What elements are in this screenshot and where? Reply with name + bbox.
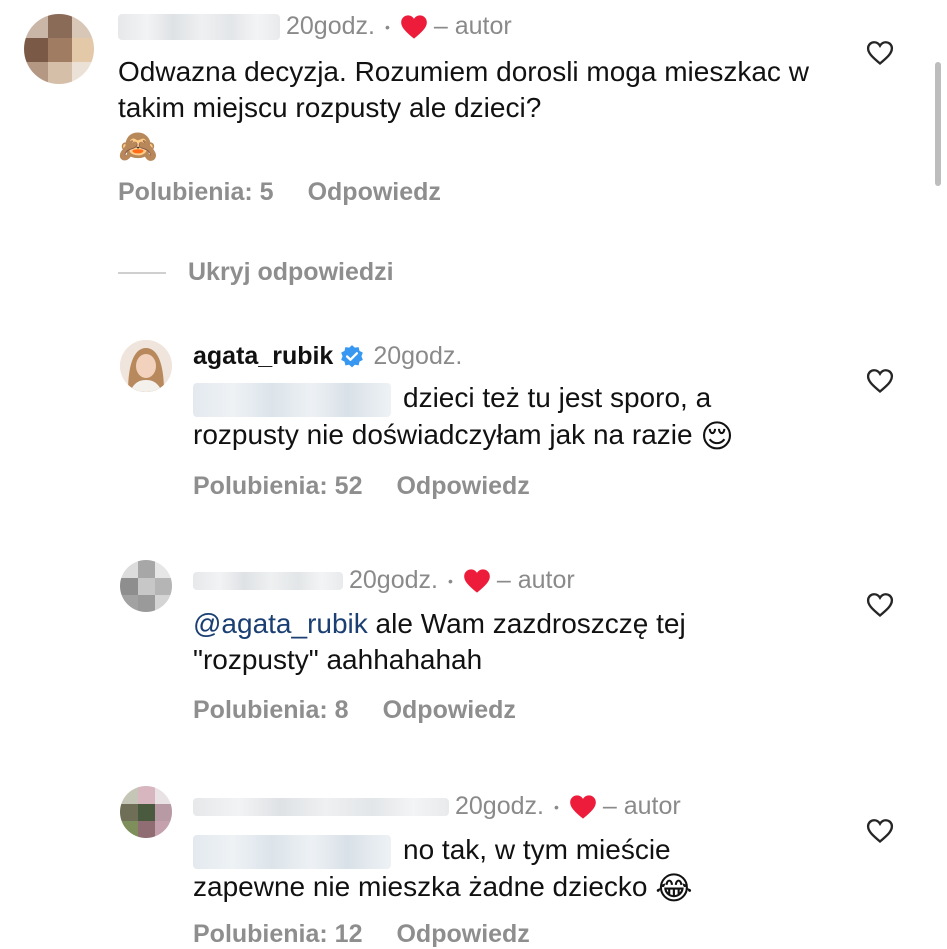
reply-comment: 20godz. • – autor @agata_rubik ale Wam z…: [0, 548, 947, 748]
blurred-username[interactable]: [118, 13, 280, 40]
reply-text: dzieci też tu jest sporo, a rozpusty nie…: [193, 380, 853, 454]
reply-button[interactable]: Odpowiedz: [383, 696, 516, 724]
like-heart-icon[interactable]: [866, 592, 894, 618]
blurred-username[interactable]: [193, 797, 449, 816]
reply-button[interactable]: Odpowiedz: [396, 472, 529, 500]
comment-actions: Polubienia: 5 Odpowiedz: [118, 178, 441, 207]
avatar[interactable]: [24, 14, 94, 84]
comment-text-content: Odwazna decyzja. Rozumiem dorosli moga m…: [118, 56, 809, 123]
like-heart-icon[interactable]: [866, 40, 894, 66]
reply-actions-cutoff: Polubienia: 12 Odpowiedz: [193, 920, 530, 949]
separator-dot: •: [384, 18, 390, 35]
author-label: – autor: [433, 12, 512, 40]
blurred-mention[interactable]: [193, 382, 391, 417]
reply-header: 20godz. • – autor: [193, 566, 575, 595]
author-liked-heart-icon: [464, 568, 490, 593]
author-label: – autor: [602, 792, 681, 820]
reply-button[interactable]: Odpowiedz: [396, 920, 529, 948]
timestamp: 20godz.: [455, 792, 544, 820]
reply-header: agata_rubik 20godz.: [193, 342, 462, 371]
reply-text-line1: dzieci też tu jest sporo, a: [403, 382, 712, 413]
avatar[interactable]: [120, 340, 172, 392]
author-label: – autor: [496, 566, 575, 594]
likes-count[interactable]: Polubienia: 5: [118, 178, 274, 206]
divider-line: [118, 271, 166, 274]
reply-header: 20godz. • – autor: [193, 792, 681, 821]
reply-actions: Polubienia: 52 Odpowiedz: [193, 472, 530, 501]
reply-text-line2: zapewne nie mieszka żadne dziecko: [193, 870, 648, 902]
reply-comment: agata_rubik 20godz. dzieci też tu jest s…: [0, 320, 947, 520]
separator-dot: •: [447, 572, 453, 589]
comment-text: Odwazna decyzja. Rozumiem dorosli moga m…: [118, 54, 818, 164]
verified-badge-icon: [341, 344, 364, 367]
timestamp: 20godz.: [373, 342, 463, 370]
timestamp: 20godz.: [349, 566, 438, 594]
reply-text-line1: no tak, w tym mieście: [403, 834, 671, 865]
like-heart-icon[interactable]: [866, 368, 894, 394]
relieved-face-emoji: 😌: [700, 418, 734, 455]
likes-count[interactable]: Polubienia: 12: [193, 920, 362, 948]
scrollbar[interactable]: [935, 62, 941, 186]
reply-comment: 20godz. • – autor no tak, w tym mieście …: [0, 774, 947, 932]
username[interactable]: agata_rubik: [193, 342, 333, 371]
see-no-evil-monkey-emoji: 🙈: [118, 127, 158, 164]
avatar[interactable]: [120, 786, 172, 838]
tears-of-joy-emoji: 😂: [655, 870, 693, 907]
reply-actions: Polubienia: 8 Odpowiedz: [193, 696, 516, 725]
author-liked-heart-icon: [570, 794, 596, 819]
like-heart-icon[interactable]: [866, 818, 894, 844]
avatar[interactable]: [120, 560, 172, 612]
author-liked-heart-icon: [401, 14, 427, 39]
separator-dot: •: [553, 798, 559, 815]
reply-text: @agata_rubik ale Wam zazdroszczę tej "ro…: [193, 606, 853, 678]
blurred-username[interactable]: [193, 571, 343, 590]
comment: 20godz. • – autor Odwazna decyzja. Rozum…: [0, 0, 947, 230]
profile-photo-icon: [120, 340, 172, 392]
likes-count[interactable]: Polubienia: 52: [193, 472, 362, 500]
reply-text-line2: rozpusty nie doświadczyłam jak na razie: [193, 418, 693, 450]
likes-count[interactable]: Polubienia: 8: [193, 696, 349, 724]
blurred-mention[interactable]: [193, 834, 391, 869]
timestamp: 20godz.: [286, 12, 375, 40]
hide-replies-button[interactable]: Ukryj odpowiedzi: [118, 258, 394, 287]
reply-button[interactable]: Odpowiedz: [308, 178, 441, 206]
reply-text-line1: ale Wam zazdroszczę tej: [367, 608, 686, 639]
comment-header: 20godz. • – autor: [118, 12, 512, 41]
hide-replies-label: Ukryj odpowiedzi: [188, 258, 394, 286]
reply-text-line2: "rozpusty" aahhahahah: [193, 644, 483, 675]
reply-text: no tak, w tym mieście zapewne nie mieszk…: [193, 832, 853, 906]
mention-link[interactable]: @agata_rubik: [193, 608, 368, 639]
